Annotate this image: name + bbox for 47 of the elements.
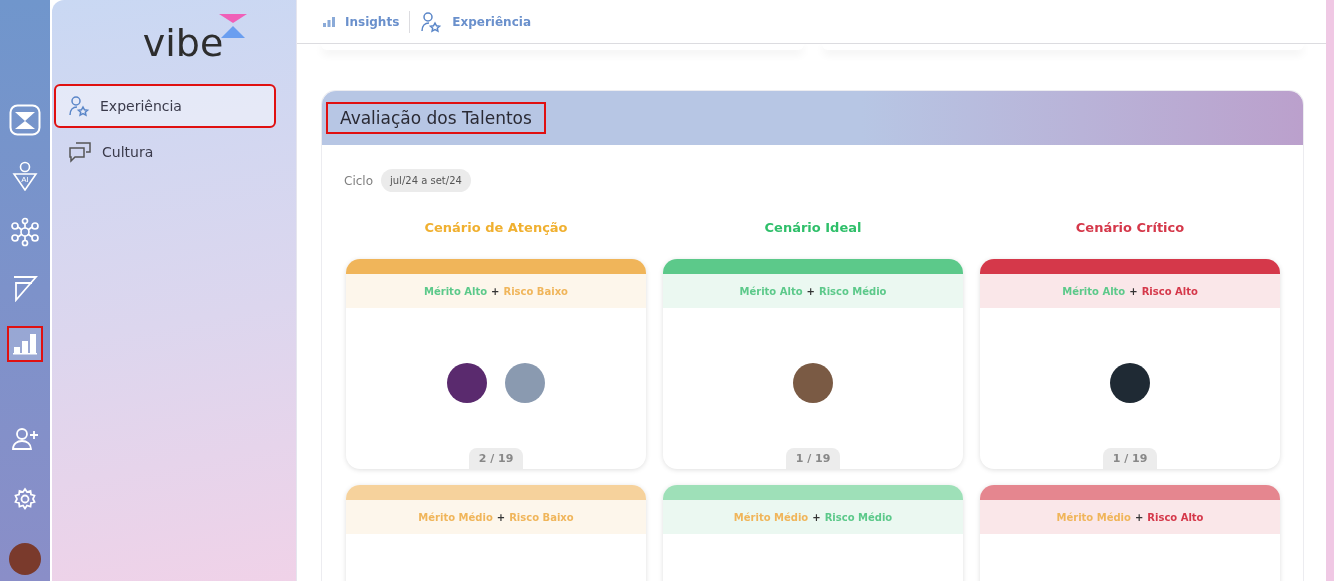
- plus-label: +: [491, 285, 500, 297]
- add-user-icon: [11, 427, 39, 451]
- risk-label: Risco Alto: [1147, 511, 1204, 523]
- plus-label: +: [496, 511, 506, 523]
- avatar-photo-placeholder[interactable]: [1110, 363, 1150, 403]
- plus-label: +: [1134, 511, 1144, 523]
- merit-label: Mérito Médio: [733, 511, 809, 523]
- bar-chart-icon: [12, 332, 38, 356]
- plus-label: +: [806, 285, 815, 297]
- scenario-title: Cenário Ideal: [763, 220, 863, 235]
- vibe-logo: vibe: [142, 24, 224, 62]
- cycle-pill: jul/24 a set/24: [381, 169, 471, 192]
- scenario-title: Cenário de Atenção: [423, 220, 569, 235]
- ai-label: AI: [21, 176, 29, 184]
- rail-button[interactable]: AI: [7, 158, 43, 194]
- nav-item[interactable]: Experiência: [56, 86, 274, 126]
- merit-label: Mérito Alto: [739, 285, 803, 297]
- merit-label: Mérito Médio: [418, 511, 493, 523]
- network-icon: [10, 217, 40, 247]
- cycle-label: Ciclo: [344, 173, 373, 188]
- nav-item[interactable]: Cultura: [56, 132, 274, 172]
- merit-label: Mérito Alto: [424, 285, 488, 297]
- merit-label: Mérito Médio: [1056, 511, 1131, 523]
- section-title: Avaliação dos Talentos: [326, 102, 546, 134]
- plus-label: +: [1129, 285, 1138, 297]
- rail-button[interactable]: [7, 102, 43, 138]
- scenario-title: Cenário Crítico: [1074, 220, 1186, 235]
- bar-chart-icon: [323, 16, 335, 27]
- rail-button[interactable]: [7, 326, 43, 362]
- merit-label: Mérito Alto: [1062, 285, 1126, 297]
- risk-label: Risco Médio: [818, 285, 887, 297]
- risk-label: Risco Baixo: [503, 285, 568, 297]
- panel-icon: [11, 274, 39, 302]
- risk-label: Risco Alto: [1141, 285, 1198, 297]
- avatar-photo-placeholder[interactable]: [447, 363, 487, 403]
- user-shield-icon: [12, 161, 38, 191]
- settings-icon: [13, 487, 37, 511]
- breadcrumb-link[interactable]: Experiência: [409, 10, 541, 33]
- avatar-photo-placeholder[interactable]: [793, 363, 833, 403]
- risk-label: Risco Baixo: [509, 511, 574, 523]
- plus-label: +: [812, 511, 821, 523]
- hourglass-logo-icon: [9, 104, 41, 136]
- risk-label: Risco Médio: [824, 511, 893, 523]
- breadcrumb-link[interactable]: Insights: [323, 14, 410, 29]
- chat-icon: [68, 141, 92, 163]
- user-star-icon: [68, 95, 90, 117]
- user-star-icon: [420, 10, 443, 33]
